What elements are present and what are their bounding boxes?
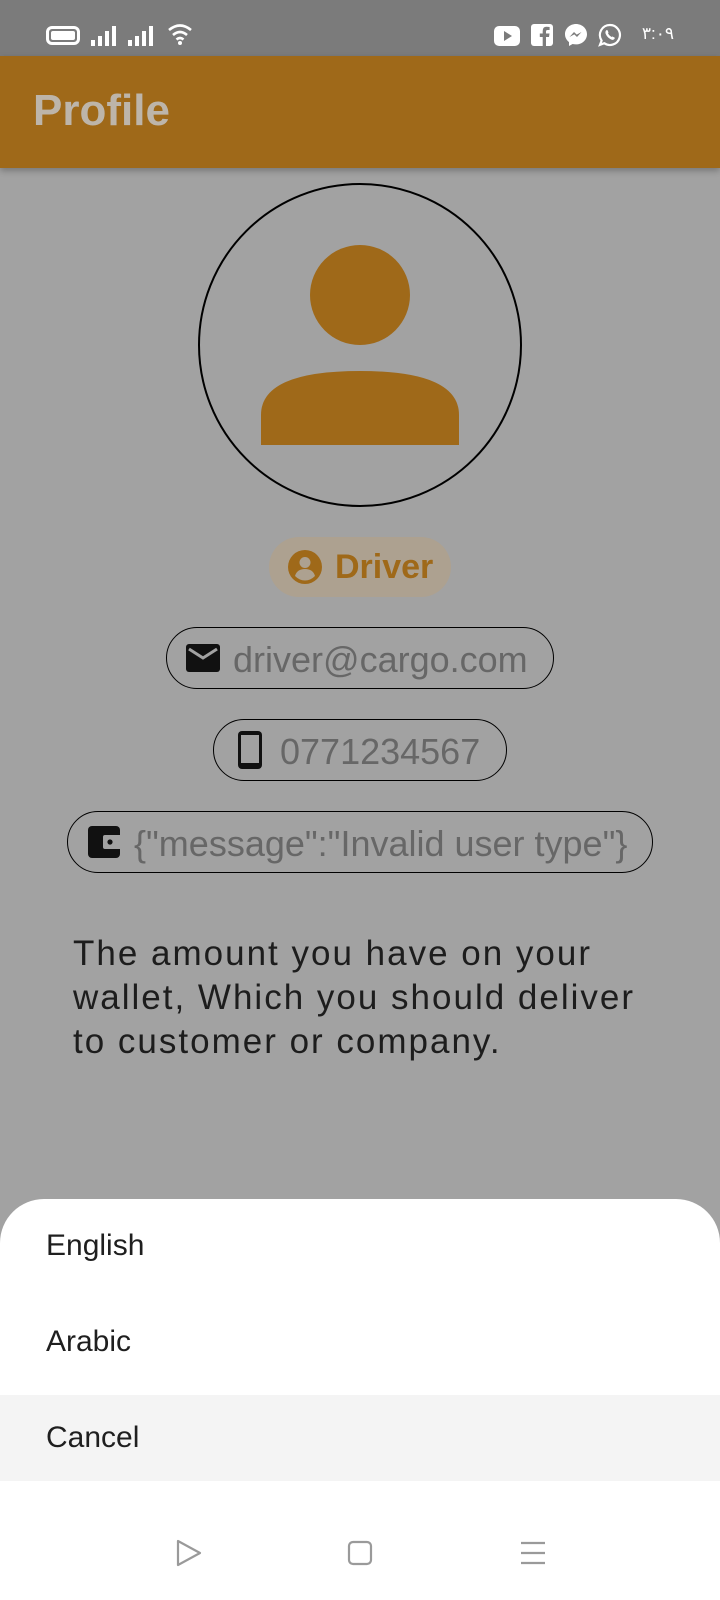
cancel-label: Cancel	[46, 1421, 140, 1454]
back-icon[interactable]	[174, 1538, 204, 1568]
status-time: ٣:٠٩	[641, 24, 674, 43]
role-label: Driver	[335, 548, 434, 586]
smartphone-icon	[238, 731, 262, 769]
email-icon	[186, 644, 220, 672]
signal-icon	[128, 24, 156, 46]
role-badge: Driver	[269, 537, 451, 597]
option-label: Arabic	[46, 1325, 132, 1358]
wallet-icon	[88, 826, 122, 858]
option-label: English	[46, 1229, 145, 1262]
signal-icon	[91, 24, 119, 46]
whatsapp-icon	[598, 23, 621, 47]
wallet-text: {"message":"Invalid user type"}	[134, 823, 628, 864]
navigation-bar	[0, 1500, 720, 1600]
page-title: Profile	[33, 86, 170, 135]
wallet-chip[interactable]: {"message":"Invalid user type"}	[67, 811, 653, 873]
phone-chip[interactable]: 0771234567	[213, 719, 507, 781]
email-text: driver@cargo.com	[233, 639, 528, 680]
phone-text: 0771234567	[280, 731, 481, 772]
recents-icon[interactable]	[518, 1538, 548, 1568]
battery-icon	[46, 26, 80, 45]
wifi-icon	[168, 24, 192, 45]
home-icon[interactable]	[345, 1538, 375, 1568]
cancel-button[interactable]: Cancel	[0, 1395, 720, 1481]
account-circle-icon	[288, 550, 322, 584]
facebook-icon	[531, 24, 553, 46]
messenger-icon	[565, 24, 587, 46]
person-icon	[261, 245, 459, 445]
language-option-english[interactable]: English	[0, 1199, 720, 1295]
youtube-icon	[494, 26, 520, 46]
language-option-arabic[interactable]: Arabic	[0, 1295, 720, 1391]
avatar[interactable]	[198, 183, 522, 507]
wallet-description: The amount you have on your wallet, Whic…	[73, 934, 636, 1061]
app-bar: Profile	[0, 56, 720, 168]
email-chip[interactable]: driver@cargo.com	[166, 627, 554, 689]
status-bar: ٣:٠٩	[0, 0, 720, 56]
